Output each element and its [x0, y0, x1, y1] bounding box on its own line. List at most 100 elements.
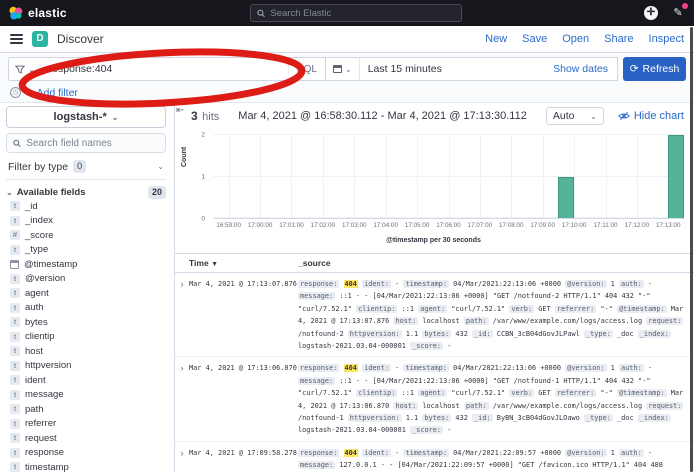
x-axis-tick: 17:13:00	[656, 222, 681, 229]
index-pattern-select[interactable]: logstash-* ⌄	[6, 106, 166, 128]
source-field-name: @timestamp:	[617, 389, 667, 397]
row-time: Mar 4, 2021 @ 17:13:06.870	[189, 362, 298, 436]
nav-action-new[interactable]: New	[485, 33, 507, 45]
field-list-item[interactable]: tclientip	[6, 330, 166, 345]
field-list-item[interactable]: t_type	[6, 243, 166, 258]
highlighted-value: 404	[344, 364, 358, 372]
field-list-item[interactable]: thost	[6, 344, 166, 359]
source-field-name: @timestamp:	[617, 305, 667, 313]
date-quick-select[interactable]: ⌄	[326, 58, 360, 80]
source-field-name: timestamp:	[403, 280, 449, 288]
field-list-item[interactable]: t@version	[6, 272, 166, 287]
field-name: @timestamp	[24, 259, 77, 270]
text-field-icon: t	[10, 433, 20, 443]
x-gridline	[480, 135, 481, 218]
source-field-name: verb:	[509, 305, 534, 313]
field-list-item[interactable]: thttpversion	[6, 359, 166, 374]
field-list-item[interactable]: #_score	[6, 228, 166, 243]
source-field-name: message:	[298, 377, 335, 385]
query-input[interactable]	[42, 63, 288, 75]
field-list-item[interactable]: t_index	[6, 214, 166, 229]
field-list-item[interactable]: @timestamp	[6, 257, 166, 272]
source-field-value: logstash-2021.03.04-000001	[298, 426, 406, 434]
source-field-value: 432	[455, 414, 467, 422]
expand-row-icon[interactable]: ›	[175, 278, 189, 352]
source-field-name: verb:	[509, 389, 534, 397]
field-list-item[interactable]: tauth	[6, 301, 166, 316]
source-field-name: referrer:	[555, 389, 596, 397]
nav-action-inspect[interactable]: Inspect	[649, 33, 684, 45]
field-list-item[interactable]: tagent	[6, 286, 166, 301]
add-filter-button[interactable]: + Add filter	[28, 87, 78, 99]
global-search[interactable]	[250, 4, 462, 22]
nav-action-open[interactable]: Open	[562, 33, 589, 45]
field-list-item[interactable]: trequest	[6, 431, 166, 446]
field-list-item[interactable]: ttimestamp	[6, 460, 166, 472]
collapse-sidebar-icon[interactable]: ⇤	[176, 105, 184, 116]
menu-icon[interactable]	[10, 32, 23, 46]
source-field-value: GET	[538, 389, 550, 397]
vertical-scrollbar[interactable]	[690, 27, 693, 472]
x-axis: 16:59:0017:00:0017:01:0017:02:0017:03:00…	[213, 222, 684, 232]
filter-by-type[interactable]: Filter by type 0 ⌄	[6, 158, 166, 180]
source-field-name: timestamp:	[403, 449, 449, 457]
field-name: auth	[25, 302, 44, 313]
refresh-button[interactable]: ⟳ Refresh	[623, 57, 686, 81]
filter-by-type-label: Filter by type	[8, 161, 68, 173]
elastic-logo[interactable]: elastic	[8, 6, 67, 21]
field-list-item[interactable]: tident	[6, 373, 166, 388]
time-column-header[interactable]: Time ▼	[175, 258, 298, 268]
clock-icon[interactable]: ◷	[10, 87, 21, 98]
available-fields-header[interactable]: ⌄ Available fields 20	[6, 186, 166, 199]
field-list-item[interactable]: tmessage	[6, 388, 166, 403]
source-field-name: _id:	[472, 414, 493, 422]
discover-app-icon[interactable]: D	[32, 31, 48, 47]
text-field-icon: t	[10, 375, 20, 385]
text-field-icon: t	[10, 448, 20, 458]
nav-action-share[interactable]: Share	[604, 33, 633, 45]
field-list-item[interactable]: tbytes	[6, 315, 166, 330]
source-field-value: -	[447, 342, 451, 350]
source-field-value: -	[447, 426, 451, 434]
x-axis-tick: 17:03:00	[342, 222, 367, 229]
field-list-item[interactable]: t_id	[6, 199, 166, 214]
available-fields-count: 20	[148, 186, 166, 199]
source-field-name: agent:	[418, 389, 447, 397]
time-range-value[interactable]: Last 15 minutes	[360, 63, 450, 75]
field-list-item[interactable]: treferrer	[6, 417, 166, 432]
row-source: response: 404 ident: - timestamp: 04/Mar…	[298, 278, 694, 352]
field-list: t_idt_index#_scoret_type@timestamp t@vers…	[6, 199, 166, 472]
hide-chart-button[interactable]: Hide chart	[618, 110, 684, 122]
elastic-logo-icon	[8, 6, 23, 21]
interval-select[interactable]: Auto ⌄	[546, 107, 604, 125]
user-menu-avatar[interactable]: ✎	[670, 5, 686, 21]
expand-row-icon[interactable]: ›	[175, 362, 189, 436]
histogram-chart: Count 012 16:59:0017:00:0017:01:0017:02:…	[179, 129, 688, 249]
saved-query-menu[interactable]: ⌄	[9, 65, 42, 74]
query-language-button[interactable]: KQL	[288, 64, 325, 75]
unified-search-bar: ⌄ KQL ⌄ Last 15 minutes Show dates ⟳ Ref…	[0, 53, 694, 103]
x-axis-tick: 17:05:00	[405, 222, 430, 229]
nav-action-save[interactable]: Save	[522, 33, 547, 45]
text-field-icon: t	[10, 317, 20, 327]
histogram-bar[interactable]	[668, 135, 684, 218]
show-dates-button[interactable]: Show dates	[553, 63, 617, 75]
expand-row-icon[interactable]: ›	[175, 447, 189, 472]
hide-chart-label: Hide chart	[634, 110, 684, 122]
source-field-value: "curl/7.52.1"	[451, 305, 505, 313]
hits-count: 3 hits	[191, 107, 219, 125]
field-list-item[interactable]: tpath	[6, 402, 166, 417]
field-list-item[interactable]: tresponse	[6, 446, 166, 461]
field-search[interactable]	[6, 133, 166, 153]
x-axis-tick: 17:06:00	[436, 222, 461, 229]
help-icon[interactable]: ✛	[644, 6, 658, 20]
source-field-value: 04/Mar/2021:22:13:06 +0000	[453, 364, 561, 372]
field-name: clientip	[25, 331, 55, 342]
field-search-input[interactable]	[26, 138, 159, 149]
text-field-icon: t	[10, 274, 20, 284]
text-field-icon: t	[10, 404, 20, 414]
x-axis-tick: 16:59:00	[216, 222, 241, 229]
histogram-bar[interactable]	[558, 177, 574, 219]
doc-table-header: Time ▼ _source	[175, 254, 694, 273]
global-search-input[interactable]	[270, 8, 455, 19]
